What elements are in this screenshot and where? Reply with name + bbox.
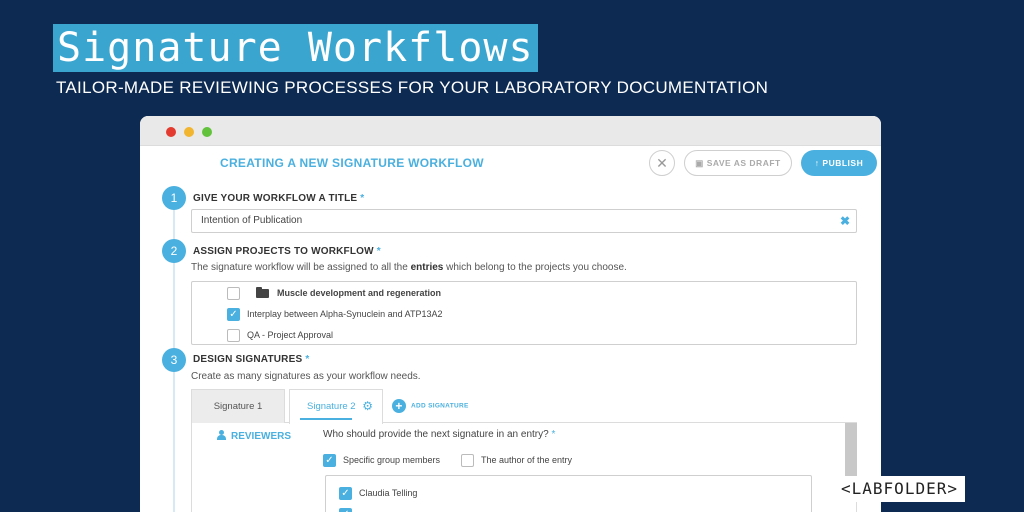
step-2-title-text: ASSIGN PROJECTS TO WORKFLOW bbox=[193, 246, 374, 257]
add-signature-button[interactable]: + ADD SIGNATURE bbox=[392, 399, 469, 414]
step-3-description: Create as many signatures as your workfl… bbox=[191, 371, 421, 382]
close-button[interactable]: ✕ bbox=[649, 150, 675, 176]
step-2-badge: 2 bbox=[162, 239, 186, 263]
plus-icon: + bbox=[392, 399, 406, 413]
page-title: CREATING A NEW SIGNATURE WORKFLOW bbox=[220, 156, 484, 170]
option-label: Specific group members bbox=[343, 455, 441, 465]
clear-icon[interactable]: ✖ bbox=[840, 210, 850, 232]
maximize-window-dot[interactable] bbox=[202, 127, 212, 137]
tab-signature-2-label: Signature 2 bbox=[307, 401, 356, 412]
gear-icon[interactable]: ⚙ bbox=[362, 390, 373, 423]
logo-bracket-left: < bbox=[841, 479, 852, 498]
step-2-title: ASSIGN PROJECTS TO WORKFLOW * bbox=[193, 246, 381, 257]
signature-tabs: Signature 1 Signature 2 ⚙ + ADD SIGNATURE bbox=[191, 389, 857, 424]
projects-list: Muscle development and regeneration ✓ Int… bbox=[191, 281, 857, 345]
hero-title: Signature Workflows bbox=[53, 24, 538, 72]
project-item[interactable]: QA - Project Approval bbox=[227, 328, 333, 344]
logo-folder: FOLDER bbox=[883, 479, 948, 498]
step-2-desc-bold: entries bbox=[410, 262, 444, 273]
step-3-badge: 3 bbox=[162, 348, 186, 372]
step-2-desc-prefix: The signature workflow will be assigned … bbox=[191, 262, 411, 273]
option-checkbox[interactable] bbox=[461, 454, 474, 468]
save-as-draft-button[interactable]: ▣ SAVE AS DRAFT bbox=[684, 150, 792, 176]
option-author-of-entry[interactable]: The author of the entry bbox=[461, 453, 573, 468]
signature-panel: REVIEWERS Who should provide the next si… bbox=[191, 423, 857, 512]
step-2-desc-suffix: which belong to the projects you choose. bbox=[443, 262, 627, 273]
reviewer-question-text: Who should provide the next signature in… bbox=[323, 429, 549, 440]
step-3-title-text: DESIGN SIGNATURES bbox=[193, 354, 303, 365]
window-titlebar bbox=[140, 116, 881, 146]
publish-label: PUBLISH bbox=[822, 158, 864, 168]
active-tab-indicator bbox=[300, 418, 352, 420]
member-label: Claudia Telling bbox=[359, 488, 418, 498]
step-3-title: DESIGN SIGNATURES * bbox=[193, 354, 309, 365]
app-window: CREATING A NEW SIGNATURE WORKFLOW ✕ ▣ SA… bbox=[140, 116, 881, 512]
step-1-badge: 1 bbox=[162, 186, 186, 210]
reviewer-question: Who should provide the next signature in… bbox=[323, 429, 555, 440]
save-icon: ▣ bbox=[695, 158, 707, 168]
reviewers-label: REVIEWERS bbox=[231, 431, 292, 442]
project-checkbox[interactable] bbox=[227, 287, 240, 301]
required-mark: * bbox=[551, 429, 556, 440]
tab-signature-1[interactable]: Signature 1 bbox=[191, 389, 285, 423]
step-1-title-text: GIVE YOUR WORKFLOW A TITLE bbox=[193, 193, 358, 204]
close-icon: ✕ bbox=[656, 155, 668, 171]
labfolder-logo: <LABFOLDER> bbox=[834, 476, 965, 502]
hero-subtitle: TAILOR-MADE REVIEWING PROCESSES FOR YOUR… bbox=[56, 78, 769, 97]
user-icon bbox=[217, 430, 226, 440]
required-mark: * bbox=[360, 193, 365, 204]
add-signature-label: ADD SIGNATURE bbox=[411, 402, 469, 410]
member-item[interactable]: ✓ Claudia Telling bbox=[339, 486, 418, 501]
scrollbar[interactable] bbox=[845, 423, 857, 483]
member-checkbox-checked[interactable]: ✓ bbox=[339, 487, 352, 501]
logo-bracket-right: > bbox=[947, 479, 958, 498]
member-checkbox-checked[interactable]: ✓ bbox=[339, 508, 352, 512]
project-item[interactable]: Muscle development and regeneration bbox=[227, 286, 441, 302]
step-1-title: GIVE YOUR WORKFLOW A TITLE * bbox=[193, 193, 364, 204]
workflow-title-value: Intention of Publication bbox=[201, 215, 303, 226]
reviewers-heading: REVIEWERS bbox=[217, 430, 291, 442]
option-checkbox-checked[interactable]: ✓ bbox=[323, 454, 336, 468]
project-checkbox[interactable] bbox=[227, 329, 240, 343]
folder-icon bbox=[256, 287, 269, 299]
publish-button[interactable]: ↑ PUBLISH bbox=[801, 150, 877, 176]
tab-signature-2[interactable]: Signature 2 ⚙ bbox=[289, 389, 383, 424]
project-label: Muscle development and regeneration bbox=[277, 288, 442, 298]
member-item[interactable]: ✓ bbox=[339, 507, 359, 512]
workflow-title-input[interactable]: Intention of Publication ✖ bbox=[191, 209, 857, 233]
required-mark: * bbox=[376, 246, 381, 257]
option-label: The author of the entry bbox=[481, 455, 573, 465]
close-window-dot[interactable] bbox=[166, 127, 176, 137]
app-header: CREATING A NEW SIGNATURE WORKFLOW ✕ ▣ SA… bbox=[140, 146, 881, 182]
minimize-window-dot[interactable] bbox=[184, 127, 194, 137]
required-mark: * bbox=[305, 354, 310, 365]
project-checkbox-checked[interactable]: ✓ bbox=[227, 308, 240, 322]
project-label: QA - Project Approval bbox=[247, 330, 334, 340]
step-2-description: The signature workflow will be assigned … bbox=[191, 262, 627, 273]
logo-lab: LAB bbox=[851, 479, 884, 498]
members-list: ✓ Claudia Telling ✓ bbox=[325, 475, 812, 512]
option-specific-group-members[interactable]: ✓ Specific group members bbox=[323, 453, 441, 468]
save-as-draft-label: SAVE AS DRAFT bbox=[706, 158, 781, 168]
project-label: Interplay between Alpha-Synuclein and AT… bbox=[247, 309, 443, 319]
project-item[interactable]: ✓ Interplay between Alpha-Synuclein and A… bbox=[227, 307, 442, 323]
